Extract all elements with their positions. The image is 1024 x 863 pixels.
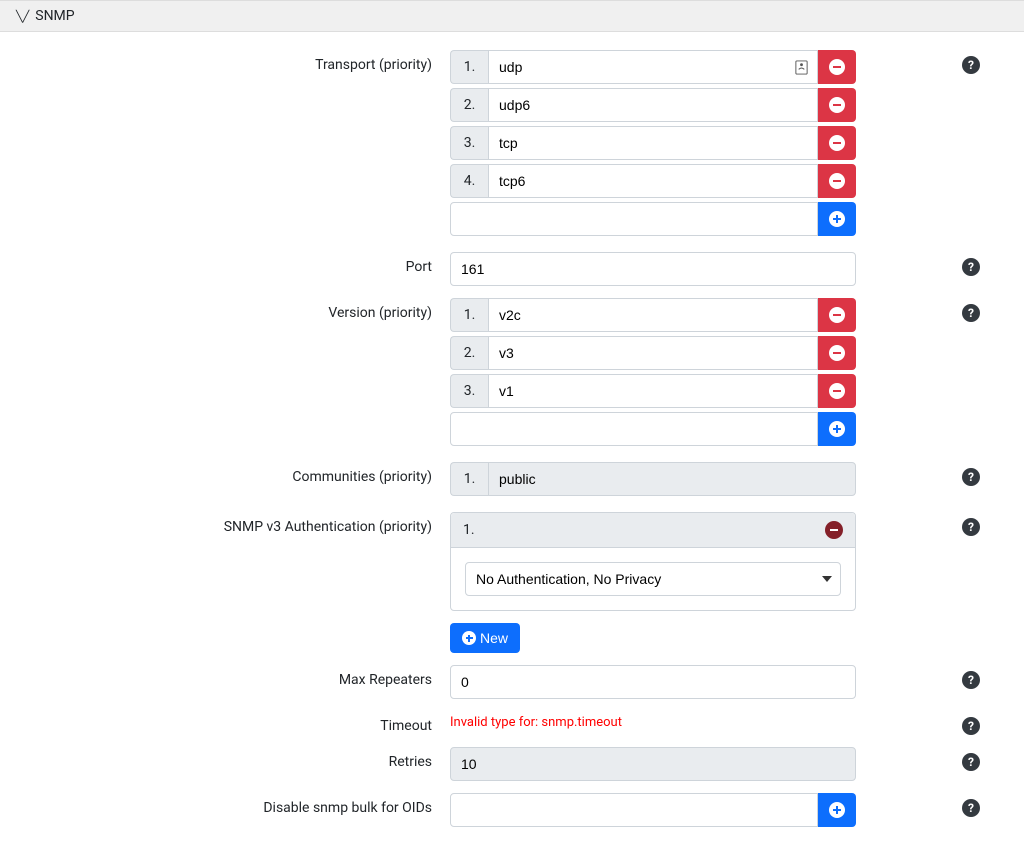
- plus-icon: [829, 211, 845, 227]
- remove-button[interactable]: [818, 88, 856, 122]
- chevron-down-icon: ╲╱: [16, 10, 29, 23]
- priority-number: 1.: [450, 298, 488, 332]
- transport-row-new: [450, 202, 856, 236]
- remove-button[interactable]: [818, 164, 856, 198]
- panel-title: SNMP: [35, 8, 74, 24]
- remove-button[interactable]: [818, 50, 856, 84]
- help-icon[interactable]: ?: [962, 799, 980, 817]
- new-auth-button[interactable]: New: [450, 623, 520, 653]
- remove-button[interactable]: [818, 298, 856, 332]
- auth-card-header: 1.: [451, 513, 855, 548]
- communities-row-1: 1.: [450, 462, 856, 496]
- transport-input-1[interactable]: [488, 50, 818, 84]
- minus-icon: [829, 383, 845, 399]
- max-repeaters-input[interactable]: [450, 665, 856, 699]
- transport-input-new[interactable]: [450, 202, 818, 236]
- remove-button[interactable]: [818, 374, 856, 408]
- transport-row-1: 1.: [450, 50, 856, 84]
- auth-priority-number: 1.: [463, 522, 475, 538]
- snmp-panel-body: Transport (priority) 1. 2. 3. 4.: [0, 32, 1024, 863]
- plus-icon: [829, 421, 845, 437]
- transport-row-2: 2.: [450, 88, 856, 122]
- version-input-1[interactable]: [488, 298, 818, 332]
- plus-icon: [829, 802, 845, 818]
- retries-input: [450, 747, 856, 781]
- version-row-new: [450, 412, 856, 446]
- help-icon[interactable]: ?: [962, 671, 980, 689]
- auth-mode-select[interactable]: No Authentication, No Privacy: [465, 562, 841, 596]
- version-input-new[interactable]: [450, 412, 818, 446]
- minus-icon: [829, 173, 845, 189]
- transport-row-3: 3.: [450, 126, 856, 160]
- plus-icon: [462, 631, 476, 645]
- add-button[interactable]: [818, 202, 856, 236]
- disable-bulk-input[interactable]: [450, 793, 818, 827]
- priority-number: 1.: [450, 462, 488, 496]
- timeout-label: Timeout: [40, 711, 450, 734]
- auth-label: SNMP v3 Authentication (priority): [40, 512, 450, 535]
- help-icon[interactable]: ?: [962, 56, 980, 74]
- priority-number: 3.: [450, 126, 488, 160]
- help-icon[interactable]: ?: [962, 304, 980, 322]
- new-button-label: New: [480, 630, 508, 646]
- transport-label: Transport (priority): [40, 50, 450, 73]
- version-row-3: 3.: [450, 374, 856, 408]
- help-icon[interactable]: ?: [962, 717, 980, 735]
- priority-number: 3.: [450, 374, 488, 408]
- version-label: Version (priority): [40, 298, 450, 321]
- version-row-2: 2.: [450, 336, 856, 370]
- priority-number: 1.: [450, 50, 488, 84]
- port-label: Port: [40, 252, 450, 275]
- snmp-panel-header[interactable]: ╲╱ SNMP: [0, 0, 1024, 32]
- help-icon[interactable]: ?: [962, 258, 980, 276]
- help-icon[interactable]: ?: [962, 518, 980, 536]
- communities-label: Communities (priority): [40, 462, 450, 485]
- transport-input-2[interactable]: [488, 88, 818, 122]
- max-repeaters-label: Max Repeaters: [40, 665, 450, 688]
- priority-number: 2.: [450, 88, 488, 122]
- help-icon[interactable]: ?: [962, 468, 980, 486]
- communities-input-1: [488, 462, 856, 496]
- priority-number: 2.: [450, 336, 488, 370]
- minus-icon: [829, 345, 845, 361]
- transport-row-4: 4.: [450, 164, 856, 198]
- auth-card-1: 1. No Authentication, No Privacy: [450, 512, 856, 611]
- remove-auth-button[interactable]: [825, 521, 843, 539]
- minus-icon: [829, 97, 845, 113]
- remove-button[interactable]: [818, 126, 856, 160]
- transport-input-3[interactable]: [488, 126, 818, 160]
- port-input[interactable]: [450, 252, 856, 286]
- add-button[interactable]: [818, 412, 856, 446]
- priority-number: 4.: [450, 164, 488, 198]
- transport-input-4[interactable]: [488, 164, 818, 198]
- minus-icon: [829, 59, 845, 75]
- disable-bulk-label: Disable snmp bulk for OIDs: [40, 793, 450, 816]
- timeout-error-text: Invalid type for: snmp.timeout: [450, 711, 856, 730]
- minus-icon: [829, 135, 845, 151]
- retries-label: Retries: [40, 747, 450, 770]
- version-input-2[interactable]: [488, 336, 818, 370]
- disable-bulk-row-new: [450, 793, 856, 827]
- remove-button[interactable]: [818, 336, 856, 370]
- version-input-3[interactable]: [488, 374, 818, 408]
- version-row-1: 1.: [450, 298, 856, 332]
- minus-icon: [829, 307, 845, 323]
- help-icon[interactable]: ?: [962, 753, 980, 771]
- add-button[interactable]: [818, 793, 856, 827]
